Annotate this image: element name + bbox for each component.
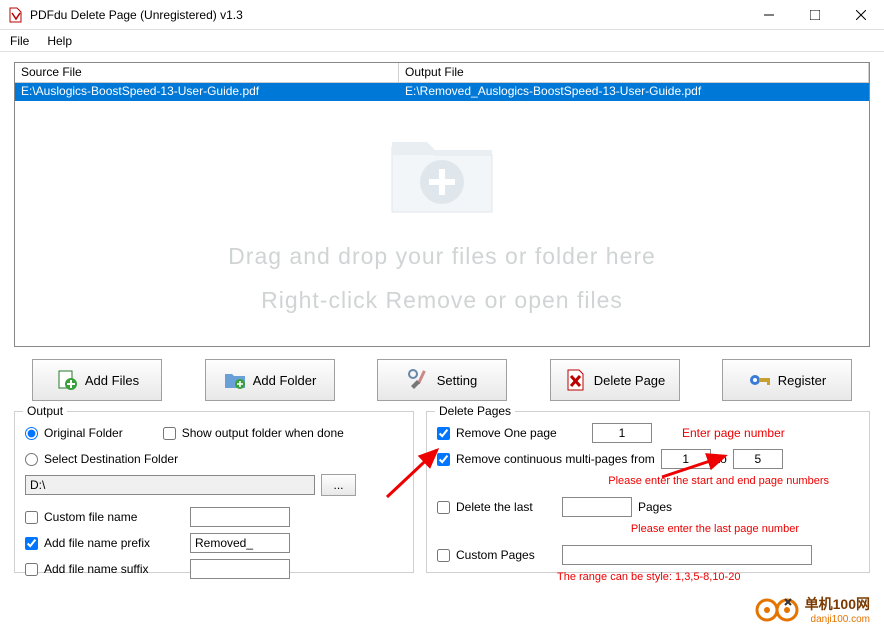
remove-one-hint: Enter page number bbox=[682, 426, 785, 440]
dest-folder-label: Select Destination Folder bbox=[44, 452, 178, 466]
custom-name-input[interactable] bbox=[190, 507, 290, 527]
suffix-label: Add file name suffix bbox=[44, 562, 184, 576]
file-row-output: E:\Removed_Auslogics-BoostSpeed-13-User-… bbox=[399, 83, 869, 101]
custom-name-checkbox[interactable] bbox=[25, 511, 38, 524]
minimize-button[interactable] bbox=[746, 0, 792, 30]
setting-button[interactable]: Setting bbox=[377, 359, 507, 401]
original-folder-label: Original Folder bbox=[44, 426, 123, 440]
multi-hint: Please enter the start and end page numb… bbox=[608, 475, 829, 487]
add-files-icon bbox=[55, 368, 79, 392]
folder-plus-icon bbox=[387, 127, 497, 217]
show-done-label: Show output folder when done bbox=[182, 426, 344, 440]
title-text: PDFdu Delete Page (Unregistered) v1.3 bbox=[30, 8, 746, 22]
suffix-checkbox[interactable] bbox=[25, 563, 38, 576]
add-folder-icon bbox=[223, 368, 247, 392]
file-list[interactable]: Source File Output File E:\Auslogics-Boo… bbox=[14, 62, 870, 347]
maximize-button[interactable] bbox=[792, 0, 838, 30]
setting-icon bbox=[407, 368, 431, 392]
remove-multi-checkbox[interactable] bbox=[437, 453, 450, 466]
app-icon bbox=[8, 7, 24, 23]
watermark-url: danji100.com bbox=[805, 614, 870, 625]
multi-to-label: to bbox=[717, 452, 727, 466]
delete-last-input[interactable] bbox=[562, 497, 632, 517]
prefix-checkbox[interactable] bbox=[25, 537, 38, 550]
add-folder-button[interactable]: Add Folder bbox=[205, 359, 335, 401]
watermark-cn: 单机100网 bbox=[805, 594, 870, 614]
original-folder-radio[interactable] bbox=[25, 427, 38, 440]
dest-folder-radio[interactable] bbox=[25, 453, 38, 466]
suffix-input[interactable] bbox=[190, 559, 290, 579]
custom-pages-input[interactable] bbox=[562, 545, 812, 565]
titlebar: PDFdu Delete Page (Unregistered) v1.3 bbox=[0, 0, 884, 30]
register-button[interactable]: Register bbox=[722, 359, 852, 401]
custom-pages-checkbox[interactable] bbox=[437, 549, 450, 562]
dz-line2: Right-click Remove or open files bbox=[228, 279, 656, 323]
delete-title: Delete Pages bbox=[435, 404, 515, 418]
file-row-source: E:\Auslogics-BoostSpeed-13-User-Guide.pd… bbox=[15, 83, 399, 101]
watermark-icon bbox=[755, 597, 799, 623]
remove-one-input[interactable] bbox=[592, 423, 652, 443]
col-output[interactable]: Output File bbox=[399, 63, 869, 82]
prefix-input[interactable] bbox=[190, 533, 290, 553]
remove-one-label: Remove One page bbox=[456, 426, 586, 440]
menu-help[interactable]: Help bbox=[47, 34, 72, 48]
path-input[interactable] bbox=[25, 475, 315, 495]
watermark: 单机100网 danji100.com bbox=[755, 594, 870, 625]
menu-file[interactable]: File bbox=[10, 34, 29, 48]
menubar: File Help bbox=[0, 30, 884, 52]
multi-from-input[interactable] bbox=[661, 449, 711, 469]
prefix-label: Add file name prefix bbox=[44, 536, 184, 550]
drop-zone: Drag and drop your files or folder here … bbox=[15, 103, 869, 346]
delete-page-button[interactable]: Delete Page bbox=[550, 359, 680, 401]
delete-last-label: Delete the last bbox=[456, 500, 556, 514]
add-files-button[interactable]: Add Files bbox=[32, 359, 162, 401]
output-group: Output Original Folder Show output folde… bbox=[14, 411, 414, 573]
output-title: Output bbox=[23, 404, 67, 418]
col-source[interactable]: Source File bbox=[15, 63, 399, 82]
custom-name-label: Custom file name bbox=[44, 510, 184, 524]
dz-line1: Drag and drop your files or folder here bbox=[228, 235, 656, 279]
delete-last-checkbox[interactable] bbox=[437, 501, 450, 514]
toolbar: Add Files Add Folder Setting Delete Page… bbox=[14, 359, 870, 401]
last-hint: Please enter the last page number bbox=[631, 523, 799, 535]
file-row[interactable]: E:\Auslogics-BoostSpeed-13-User-Guide.pd… bbox=[15, 83, 869, 101]
show-done-checkbox[interactable] bbox=[163, 427, 176, 440]
register-icon bbox=[748, 368, 772, 392]
delete-group: Delete Pages Remove One page Enter page … bbox=[426, 411, 870, 573]
close-button[interactable] bbox=[838, 0, 884, 30]
custom-hint: The range can be style: 1,3,5-8,10-20 bbox=[557, 571, 740, 583]
multi-to-input[interactable] bbox=[733, 449, 783, 469]
remove-multi-label: Remove continuous multi-pages from bbox=[456, 452, 655, 466]
delete-last-unit: Pages bbox=[638, 500, 672, 514]
remove-one-checkbox[interactable] bbox=[437, 427, 450, 440]
custom-pages-label: Custom Pages bbox=[456, 548, 556, 562]
file-list-header: Source File Output File bbox=[15, 63, 869, 83]
delete-page-icon bbox=[564, 368, 588, 392]
browse-button[interactable]: ... bbox=[321, 474, 356, 496]
